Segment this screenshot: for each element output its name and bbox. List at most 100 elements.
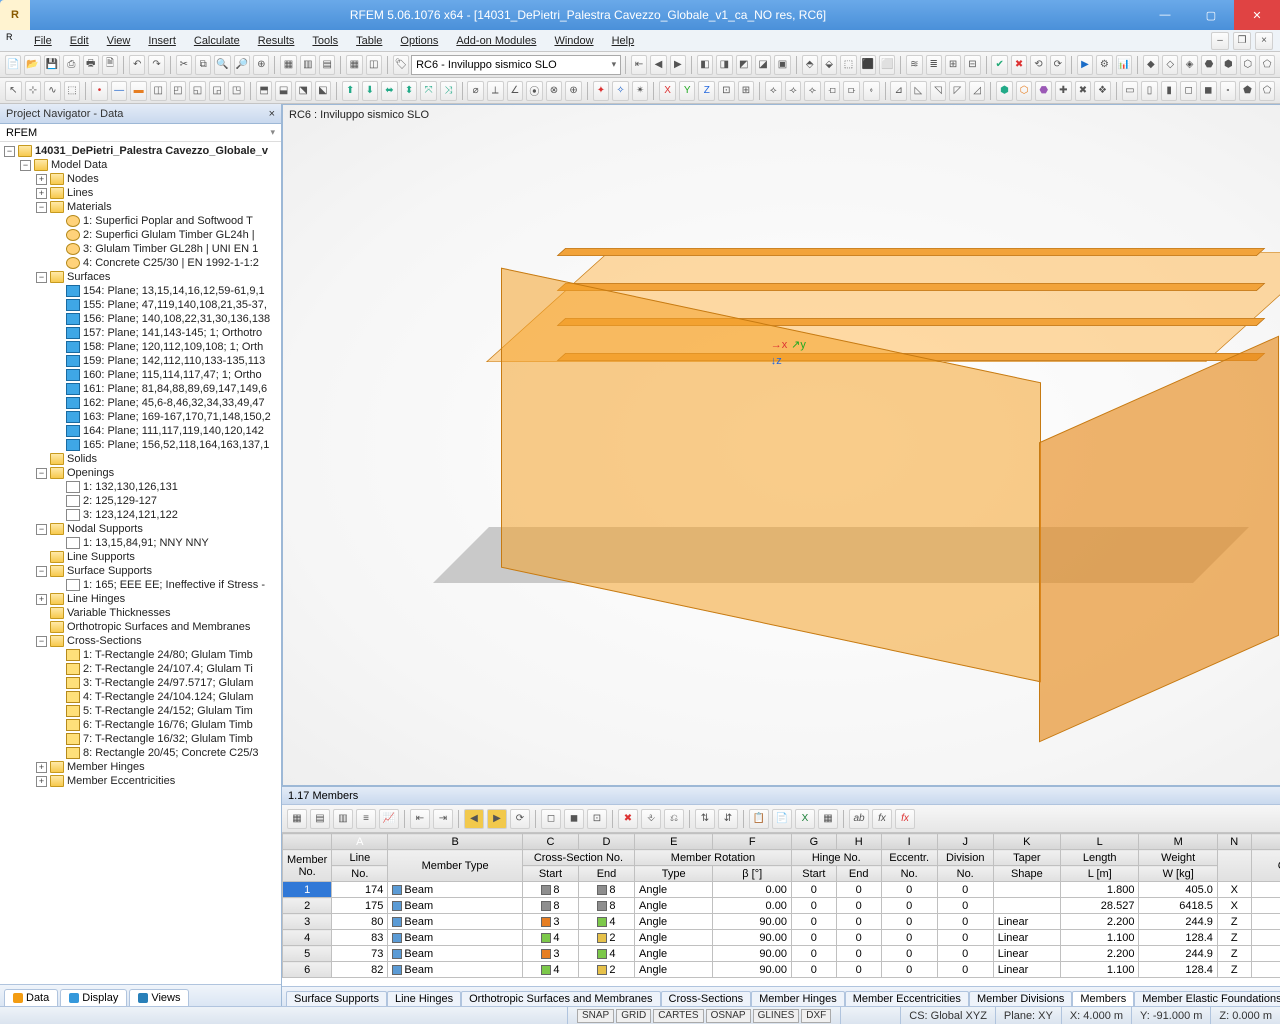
table-icon[interactable]: ▦ <box>346 55 362 75</box>
mdi-minimize-icon[interactable]: – <box>1211 32 1229 50</box>
gt-excel-icon[interactable]: X <box>795 809 815 829</box>
p4-icon[interactable]: ⬣ <box>1201 55 1217 75</box>
k7-icon[interactable]: ⬟ <box>1239 81 1256 101</box>
f1-icon[interactable]: ✦ <box>593 81 610 101</box>
gt10-icon[interactable]: ⟳ <box>510 809 530 829</box>
navigator-tree[interactable]: −14031_DePietri_Palestra Cavezzo_Globale… <box>0 144 281 788</box>
menu-file[interactable]: File <box>26 33 60 49</box>
p3-icon[interactable]: ◈ <box>1181 55 1197 75</box>
j3-icon[interactable]: ⬣ <box>1035 81 1052 101</box>
menu-results[interactable]: Results <box>250 33 303 49</box>
nav-icon[interactable]: ◫ <box>366 55 382 75</box>
gt2-icon[interactable]: ▤ <box>310 809 330 829</box>
j6-icon[interactable]: ❖ <box>1094 81 1111 101</box>
h1-icon[interactable]: ⟡ <box>765 81 782 101</box>
panel3-icon[interactable]: ▤ <box>319 55 335 75</box>
k4-icon[interactable]: ◻ <box>1180 81 1197 101</box>
d3-icon[interactable]: ∿ <box>44 81 61 101</box>
s3-icon[interactable]: ⬌ <box>381 81 398 101</box>
grid-tab[interactable]: Surface Supports <box>286 991 387 1006</box>
snap-snap-button[interactable]: SNAP <box>577 1009 614 1023</box>
zoom-icon[interactable]: 🔎 <box>234 55 250 75</box>
m1-icon[interactable]: ≋ <box>906 55 922 75</box>
d10-icon[interactable]: ◱ <box>189 81 206 101</box>
prev-icon[interactable]: ◀ <box>650 55 666 75</box>
3d-viewport[interactable]: RC6 : Inviluppo sismico SLO →x ↗y↓z <box>282 104 1280 786</box>
j1-icon[interactable]: ⬢ <box>996 81 1013 101</box>
members-grid[interactable]: ABCDEFGHIJKLMNOMemberNo.LineMember TypeC… <box>282 833 1280 978</box>
gt17-icon[interactable]: ⇵ <box>718 809 738 829</box>
gt18-icon[interactable]: 📋 <box>749 809 769 829</box>
t2-icon[interactable]: ⬙ <box>821 55 837 75</box>
grid-tab[interactable]: Member Elastic Foundations <box>1134 991 1280 1006</box>
k2-icon[interactable]: ▯ <box>1141 81 1158 101</box>
gt4-icon[interactable]: ≡ <box>356 809 376 829</box>
zoom2-icon[interactable]: ⊕ <box>253 55 269 75</box>
menu-insert[interactable]: Insert <box>140 33 184 49</box>
minimize-button[interactable]: — <box>1142 0 1188 30</box>
m3-icon[interactable]: ⊞ <box>945 55 961 75</box>
h3-icon[interactable]: ⟣ <box>804 81 821 101</box>
h2-icon[interactable]: ⟢ <box>785 81 802 101</box>
snap-glines-button[interactable]: GLINES <box>753 1009 800 1023</box>
f2-icon[interactable]: ✧ <box>612 81 629 101</box>
p5-icon[interactable]: ⬢ <box>1220 55 1236 75</box>
mdi-close-icon[interactable]: × <box>1255 32 1273 50</box>
d6-icon[interactable]: — <box>111 81 128 101</box>
d7-icon[interactable]: ▬ <box>130 81 147 101</box>
maximize-button[interactable]: ▢ <box>1188 0 1234 30</box>
gt-fx-icon[interactable]: fx <box>872 809 892 829</box>
e2-icon[interactable]: ⟂ <box>487 81 504 101</box>
cube4-icon[interactable]: ◪ <box>755 55 771 75</box>
gt15-icon[interactable]: ⎌ <box>664 809 684 829</box>
h4-icon[interactable]: ⟤ <box>824 81 841 101</box>
saveas-icon[interactable]: ⎙ <box>63 55 79 75</box>
next-icon[interactable]: ▶ <box>670 55 686 75</box>
loadcase-combo[interactable]: RC6 - Inviluppo sismico SLO <box>411 55 621 75</box>
i1-icon[interactable]: ⊿ <box>890 81 907 101</box>
m5-icon[interactable]: ✔ <box>991 55 1007 75</box>
undo-icon[interactable]: ↶ <box>129 55 145 75</box>
grid-tab[interactable]: Member Hinges <box>751 991 845 1006</box>
gt1-icon[interactable]: ▦ <box>287 809 307 829</box>
p2-icon[interactable]: ◇ <box>1162 55 1178 75</box>
d5-icon[interactable]: • <box>91 81 108 101</box>
cut-icon[interactable]: ✂ <box>176 55 192 75</box>
g-y-icon[interactable]: Y <box>679 81 696 101</box>
e1-icon[interactable]: ⌀ <box>467 81 484 101</box>
gt19-icon[interactable]: 📄 <box>772 809 792 829</box>
f3-icon[interactable]: ✴ <box>632 81 649 101</box>
k1-icon[interactable]: ▭ <box>1122 81 1139 101</box>
gt16-icon[interactable]: ⇅ <box>695 809 715 829</box>
menu-view[interactable]: View <box>99 33 139 49</box>
t3-icon[interactable]: ⬚ <box>840 55 856 75</box>
menu-tools[interactable]: Tools <box>304 33 346 49</box>
k5-icon[interactable]: ◼ <box>1200 81 1217 101</box>
d9-icon[interactable]: ◰ <box>170 81 187 101</box>
m2-icon[interactable]: ≣ <box>926 55 942 75</box>
navigator-close-icon[interactable]: × <box>269 108 275 120</box>
cube5-icon[interactable]: ▣ <box>774 55 790 75</box>
menu-edit[interactable]: Edit <box>62 33 97 49</box>
s2-icon[interactable]: ⬇ <box>362 81 379 101</box>
save-icon[interactable]: 💾 <box>44 55 60 75</box>
grid-tab[interactable]: Members <box>1072 991 1134 1006</box>
d14-icon[interactable]: ⬓ <box>275 81 292 101</box>
h5-icon[interactable]: ⟥ <box>843 81 860 101</box>
open-icon[interactable]: 📂 <box>24 55 40 75</box>
grid-tab[interactable]: Member Divisions <box>969 991 1072 1006</box>
print-icon[interactable]: 🖶 <box>83 55 99 75</box>
j5-icon[interactable]: ✖ <box>1075 81 1092 101</box>
g4-icon[interactable]: ⊡ <box>718 81 735 101</box>
d16-icon[interactable]: ⬕ <box>315 81 332 101</box>
snap-cartes-button[interactable]: CARTES <box>653 1009 703 1023</box>
gt-fx2-icon[interactable]: fx <box>895 809 915 829</box>
c2-icon[interactable]: ⚙ <box>1096 55 1112 75</box>
m7-icon[interactable]: ⟲ <box>1030 55 1046 75</box>
e5-icon[interactable]: ⊗ <box>546 81 563 101</box>
k6-icon[interactable]: ⬞ <box>1220 81 1237 101</box>
grid-tab[interactable]: Orthotropic Surfaces and Membranes <box>461 991 660 1006</box>
p6-icon[interactable]: ⬡ <box>1240 55 1256 75</box>
tab-display[interactable]: Display <box>60 989 127 1006</box>
gt13-icon[interactable]: ⊡ <box>587 809 607 829</box>
